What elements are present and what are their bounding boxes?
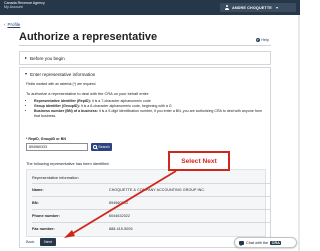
divider — [19, 45, 271, 46]
intro-text: To authorize a representative to deal wi… — [26, 91, 150, 96]
next-button[interactable]: Next — [40, 238, 56, 246]
chevron-down-icon — [275, 6, 278, 9]
table-row: Phone number: 6044632022 — [32, 209, 270, 222]
help-link[interactable]: ? Help — [255, 38, 269, 42]
panel-title: Before you begin — [30, 55, 65, 61]
table-row: Name: CHOQUETTE & COMPANY ACCOUNTING GRO… — [32, 183, 270, 196]
search-button[interactable]: Search — [91, 143, 112, 151]
required-note: Fields marked with an asterisk (*) are r… — [26, 82, 97, 86]
rep-info-title: Representative information — [32, 175, 79, 180]
scrollbar[interactable] — [298, 15, 300, 251]
identified-text: The following representative has been id… — [26, 161, 110, 166]
row-key: Fax number: — [32, 227, 55, 231]
breadcrumb-profile-link[interactable]: Profile — [8, 22, 21, 27]
table-row: BN: 894960333 — [32, 196, 270, 209]
panel-header[interactable]: Enter representative information — [20, 68, 270, 80]
annotation-callout: Select Next — [168, 151, 230, 171]
representative-info-table: Representative information Name: CHOQUET… — [26, 169, 270, 237]
panel-title: Enter representative information — [30, 71, 96, 77]
caret-right-icon — [25, 57, 27, 59]
breadcrumb: ‹ Profile — [4, 22, 20, 27]
help-icon: ? — [255, 38, 260, 42]
row-key: Name: — [32, 188, 44, 192]
row-key: Phone number: — [32, 214, 60, 218]
user-name: ANDRE CHOQUETTE — [232, 5, 272, 10]
row-value: CHOQUETTE & COMPANY ACCOUNTING GROUP INC… — [109, 188, 206, 192]
chat-with-cra-button[interactable]: Chat with the CRA — [234, 237, 297, 248]
chevron-left-icon: ‹ — [4, 22, 6, 27]
row-value: 888-415-5005 — [109, 227, 133, 231]
definition-item: Business number (BN) of a business: it i… — [34, 109, 264, 119]
user-menu-button[interactable]: ANDRE CHOQUETTE — [220, 3, 296, 12]
chat-label: Chat with the — [246, 240, 269, 245]
row-value: 6044632022 — [109, 214, 130, 218]
cra-logo: CRA — [270, 240, 282, 245]
user-icon — [224, 5, 229, 10]
help-label: Help — [261, 38, 269, 42]
panel-header[interactable]: Before you begin — [20, 52, 270, 64]
search-row: Search — [26, 143, 112, 151]
panel-content: Fields marked with an asterisk (*) are r… — [26, 82, 270, 246]
row-value: 894960333 — [109, 201, 128, 205]
before-you-begin-panel[interactable]: Before you begin — [19, 51, 271, 65]
search-label: Search — [98, 145, 110, 149]
search-icon — [93, 145, 97, 149]
row-key: BN: — [32, 201, 39, 205]
table-row: Fax number: 888-415-5005 — [32, 222, 270, 235]
chat-icon — [239, 240, 244, 246]
repid-input[interactable] — [26, 143, 88, 151]
account-label: My Account — [4, 5, 23, 10]
repid-field-label: * RepID, GroupID or BN — [26, 137, 66, 141]
top-bar: Canada Revenue Agency My Account ANDRE C… — [0, 0, 300, 15]
enter-representative-panel: Enter representative information Fields … — [19, 67, 271, 248]
definition-list: Representative identifier (RepID): it is… — [26, 99, 264, 119]
brand: Canada Revenue Agency My Account — [4, 1, 45, 10]
caret-down-icon — [25, 73, 27, 75]
page-title: Authorize a representative — [19, 31, 158, 43]
back-link[interactable]: Back — [26, 240, 34, 244]
